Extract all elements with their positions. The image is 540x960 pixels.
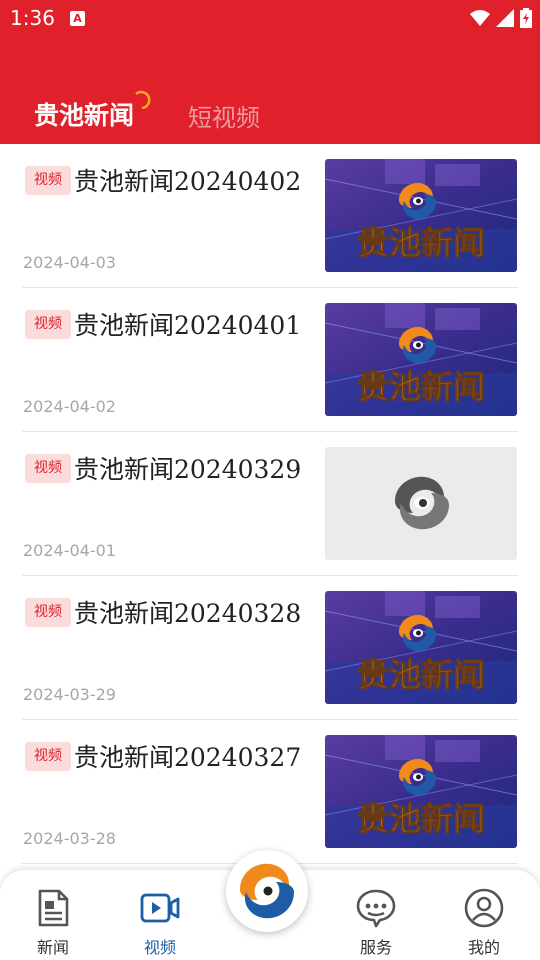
battery-icon <box>520 8 532 28</box>
news-thumbnail[interactable]: 贵池新闻 <box>325 591 517 704</box>
user-icon <box>464 888 504 928</box>
chat-icon <box>356 889 396 928</box>
news-date: 2024-04-01 <box>23 541 116 560</box>
news-thumbnail[interactable] <box>325 447 517 560</box>
tab-active-indicator-icon <box>135 90 151 110</box>
news-thumbnail[interactable]: 贵池新闻 <box>325 303 517 416</box>
news-title: 贵池新闻20240329 <box>74 455 302 484</box>
news-title: 贵池新闻20240402 <box>74 167 302 196</box>
news-date: 2024-04-03 <box>23 253 116 272</box>
video-badge: 视频 <box>25 454 71 483</box>
notification-icon: A <box>70 11 85 26</box>
nav-item-service[interactable]: 服务 <box>336 870 416 960</box>
thumbnail-logo-text: 贵池新闻 <box>357 656 485 694</box>
document-icon <box>38 889 69 927</box>
thumbnail-logo-text: 贵池新闻 <box>357 224 485 262</box>
news-date: 2024-03-29 <box>23 685 116 704</box>
center-home-button[interactable] <box>226 850 308 932</box>
thumbnail-logo-text: 贵池新闻 <box>357 800 485 838</box>
status-icons <box>470 8 532 28</box>
news-title: 贵池新闻20240401 <box>74 311 302 340</box>
video-icon <box>140 893 180 923</box>
news-list: 视频 贵池新闻20240402 2024-04-03 贵池新闻 视频 贵池新闻202404… <box>0 144 540 864</box>
nav-label-video: 视频 <box>143 938 176 957</box>
video-badge: 视频 <box>25 310 71 339</box>
signal-icon <box>496 9 514 27</box>
news-item[interactable]: 视频 贵池新闻20240402 2024-04-03 贵池新闻 <box>0 144 540 288</box>
nav-label-mine: 我的 <box>467 938 500 957</box>
thumbnail-logo-text: 贵池新闻 <box>357 368 485 406</box>
news-item[interactable]: 视频 贵池新闻20240401 2024-04-02 贵池新闻 <box>0 288 540 432</box>
app-header: 1:36 A 贵池新闻 短视频 <box>0 0 540 144</box>
news-thumbnail[interactable]: 贵池新闻 <box>325 735 517 848</box>
news-date: 2024-04-02 <box>23 397 116 416</box>
news-title: 贵池新闻20240328 <box>74 599 302 628</box>
video-badge: 视频 <box>25 742 71 771</box>
nav-item-news[interactable]: 新闻 <box>13 870 93 960</box>
nav-item-mine[interactable]: 我的 <box>444 870 524 960</box>
news-item[interactable]: 视频 贵池新闻20240329 2024-04-01 <box>0 432 540 576</box>
top-tabs: 贵池新闻 短视频 <box>0 88 540 138</box>
news-item[interactable]: 视频 贵池新闻20240327 2024-03-28 贵池新闻 <box>0 720 540 864</box>
news-date: 2024-03-28 <box>23 829 116 848</box>
tab-short-video[interactable]: 短视频 <box>188 98 260 133</box>
video-badge: 视频 <box>25 598 71 627</box>
nav-label-service: 服务 <box>359 938 392 957</box>
news-thumbnail[interactable]: 贵池新闻 <box>325 159 517 272</box>
nav-item-video[interactable]: 视频 <box>120 870 200 960</box>
video-badge: 视频 <box>25 166 71 195</box>
tab-guichi-news[interactable]: 贵池新闻 <box>34 96 134 132</box>
app-logo-icon <box>240 863 294 919</box>
news-item[interactable]: 视频 贵池新闻20240328 2024-03-29 贵池新闻 <box>0 576 540 720</box>
news-title: 贵池新闻20240327 <box>74 743 302 772</box>
nav-label-news: 新闻 <box>36 938 69 957</box>
wifi-icon <box>470 10 490 26</box>
status-time: 1:36 <box>10 6 55 30</box>
status-bar: 1:36 A <box>0 0 540 36</box>
